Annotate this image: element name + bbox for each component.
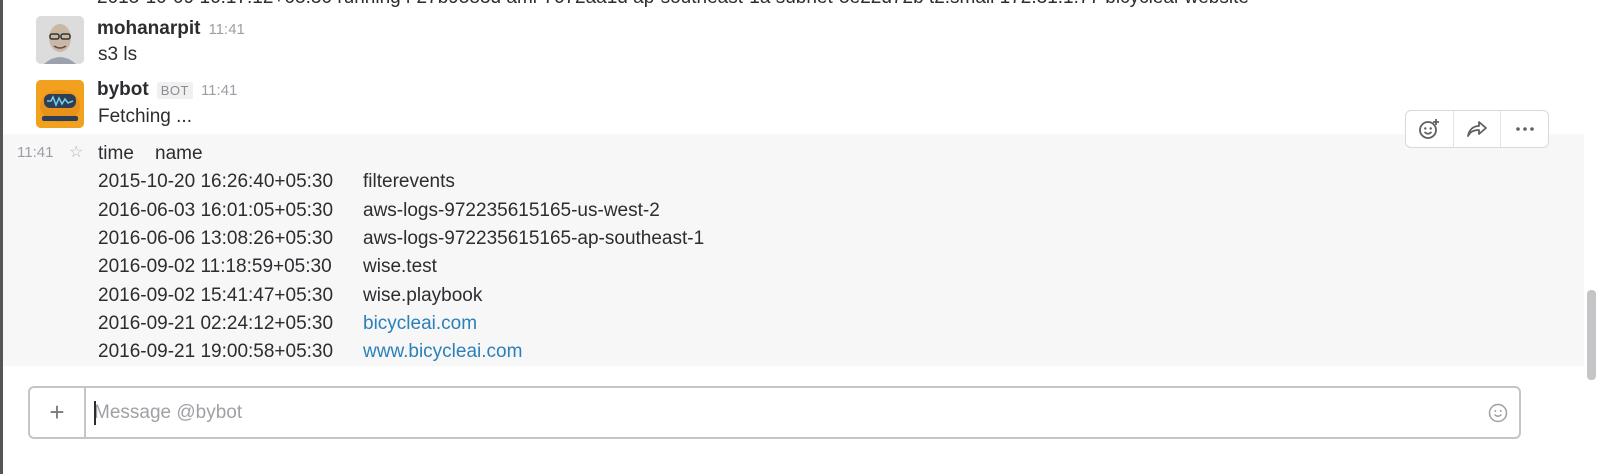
cell-time: 2016-06-03 16:01:05+05:30 <box>98 199 334 221</box>
bucket-link[interactable]: bicycleai.com <box>363 313 477 335</box>
more-actions-icon <box>1515 127 1534 131</box>
bucket-link[interactable]: www.bicycleai.com <box>363 341 522 363</box>
cell-time: 2016-09-21 19:00:58+05:30 <box>98 341 334 363</box>
star-icon[interactable]: ☆ <box>69 142 83 162</box>
emoji-icon <box>1488 403 1508 423</box>
message-timestamp[interactable]: 11:41 <box>208 21 244 38</box>
cell-time: 2016-09-21 02:24:12+05:30 <box>98 312 334 334</box>
table-row: 2016-09-02 11:18:59+05:30 wise.test <box>98 253 704 281</box>
cell-name: filterevents <box>363 171 455 193</box>
message-composer: + <box>28 386 1521 439</box>
previous-message-fragment: 2015-10-09 16:17:12+05:30 running i-27b9… <box>97 0 1249 9</box>
table-row: 2016-09-21 02:24:12+05:30 bicycleai.com <box>98 310 704 338</box>
sender-name[interactable]: bybot <box>97 79 149 101</box>
message-header: bybot BOT 11:41 <box>97 79 237 101</box>
sender-name[interactable]: mohanarpit <box>97 18 200 40</box>
message-list[interactable]: 2015-10-09 16:17:12+05:30 running i-27b9… <box>3 0 1584 374</box>
scrollbar-thumb[interactable] <box>1587 290 1596 380</box>
plus-icon: + <box>49 397 65 427</box>
cell-time: 2016-09-02 15:41:47+05:30 <box>98 284 334 306</box>
table-row: 2016-06-03 16:01:05+05:30 aws-logs-97223… <box>98 197 704 225</box>
more-actions-button[interactable] <box>1500 111 1548 147</box>
table-row: 2016-09-02 15:41:47+05:30 wise.playbook <box>98 281 704 309</box>
table-header: time name <box>98 140 704 168</box>
table-row: 2016-06-06 13:08:26+05:30 aws-logs-97223… <box>98 225 704 253</box>
attach-button[interactable]: + <box>30 388 86 437</box>
message-input[interactable] <box>94 400 1454 426</box>
cell-name: wise.playbook <box>363 284 483 306</box>
cell-name: aws-logs-972235615165-us-west-2 <box>363 199 660 221</box>
user-avatar[interactable] <box>36 16 84 64</box>
emoji-button[interactable] <box>1488 403 1508 423</box>
add-reaction-button[interactable] <box>1406 111 1453 147</box>
share-message-button[interactable] <box>1452 111 1501 147</box>
table-row: 2015-10-20 16:26:40+05:30 filterevents <box>98 168 704 196</box>
message-header: mohanarpit 11:41 <box>97 18 245 40</box>
header-time: time <box>98 143 134 165</box>
bot-avatar[interactable] <box>36 80 84 128</box>
message-text: Fetching ... <box>98 106 192 127</box>
share-icon <box>1467 121 1487 137</box>
message-text: s3 ls <box>98 44 138 65</box>
bot-badge: BOT <box>156 82 193 99</box>
add-reaction-icon <box>1419 119 1440 139</box>
cell-name: wise.test <box>363 256 437 278</box>
table-row: 2016-09-21 19:00:58+05:30 www.bicycleai.… <box>98 338 704 366</box>
text-caret <box>94 401 96 425</box>
result-table: time name 2015-10-20 16:26:40+05:30 filt… <box>98 140 704 366</box>
cell-time: 2016-06-06 13:08:26+05:30 <box>98 228 334 250</box>
header-name: name <box>155 143 203 165</box>
cell-time: 2016-09-02 11:18:59+05:30 <box>98 256 332 278</box>
message-actions-toolbar <box>1405 110 1549 148</box>
cell-time: 2015-10-20 16:26:40+05:30 <box>98 171 334 193</box>
cell-name: aws-logs-972235615165-ap-southeast-1 <box>363 228 705 250</box>
message-timestamp[interactable]: 11:41 <box>17 144 53 161</box>
message-timestamp[interactable]: 11:41 <box>201 82 237 99</box>
